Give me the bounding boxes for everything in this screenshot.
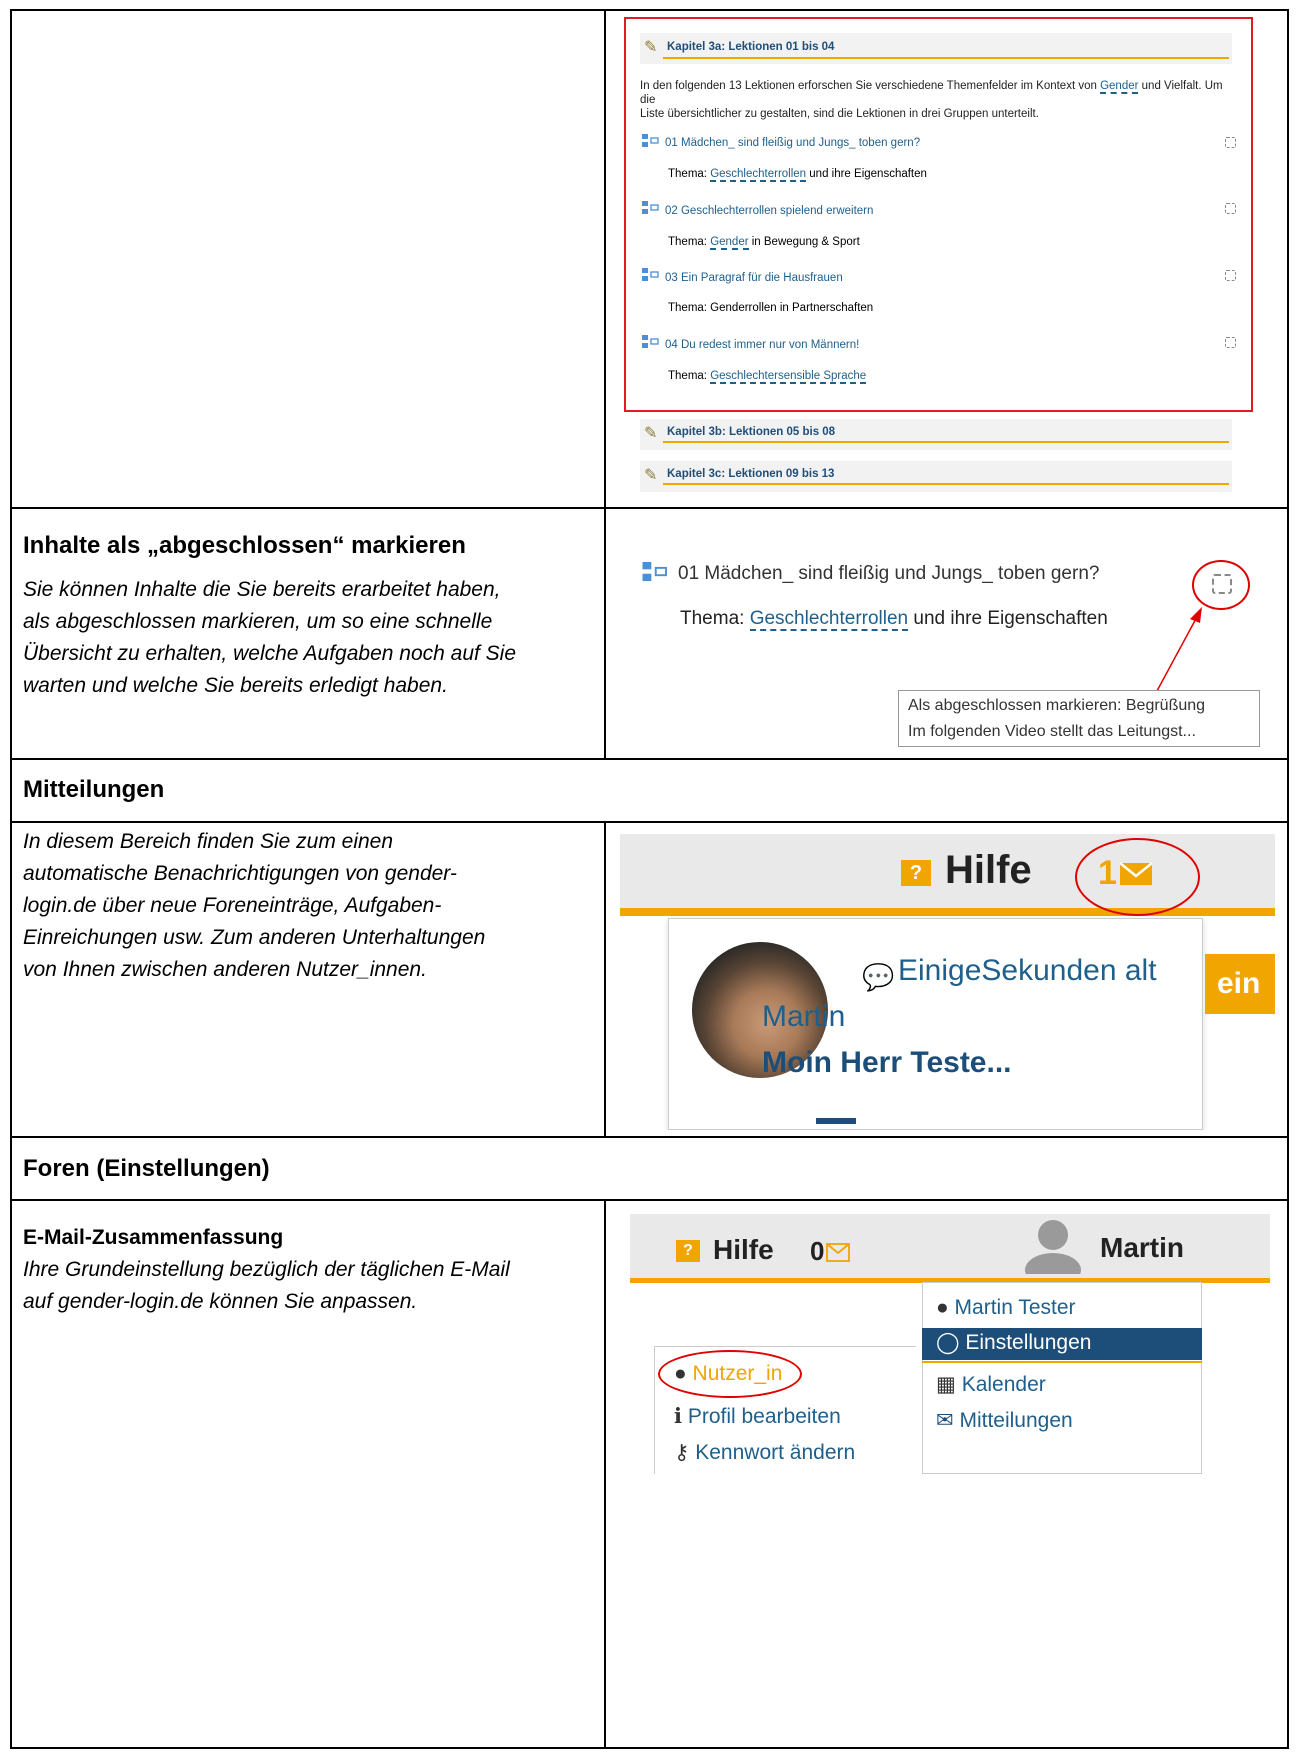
lesson-title[interactable]: 03 Ein Paragraf für die Hausfrauen <box>665 272 843 284</box>
envelope-icon: ✉ <box>936 1409 954 1432</box>
user-highlight-circle <box>658 1350 802 1398</box>
subsection-title: E-Mail-Zusammenfassung <box>23 1226 284 1249</box>
lesson-topic: Thema: Geschlechterrollen und ihre Eigen… <box>668 168 927 182</box>
dropdown-item-calendar[interactable]: ▦ Kalender <box>922 1372 1202 1402</box>
lesson-icon <box>642 268 659 281</box>
lesson-item[interactable]: 03 Ein Paragraf für die Hausfrauen Thema… <box>640 268 1240 318</box>
completion-checkbox[interactable] <box>1225 203 1236 214</box>
completion-checkbox[interactable] <box>1225 270 1236 281</box>
lesson-icon <box>642 335 659 348</box>
person-icon: ● <box>936 1296 949 1319</box>
row-divider <box>10 821 1289 823</box>
dropdown-divider <box>922 1361 1202 1363</box>
lesson-title[interactable]: 01 Mädchen_ sind fleißig und Jungs_ tobe… <box>678 563 1099 585</box>
help-link[interactable]: Hilfe <box>945 848 1032 893</box>
message-time: EinigeSekunden alt <box>898 954 1157 987</box>
lesson-topic: Thema: Geschlechterrollen und ihre Eigen… <box>680 608 1108 631</box>
topic-link[interactable]: Geschlechtersensible Sprache <box>710 370 867 384</box>
scroll-indicator <box>816 1118 856 1124</box>
table-bottom-border <box>10 1747 1289 1749</box>
section-title: Foren (Einstellungen) <box>23 1155 270 1182</box>
table-left-border <box>10 9 12 1749</box>
key-icon: ⚷ <box>674 1441 690 1464</box>
help-icon[interactable]: ? <box>676 1240 700 1262</box>
user-avatar-icon[interactable] <box>1022 1218 1084 1274</box>
chapter-icon: ✎ <box>644 425 658 442</box>
lesson-item[interactable]: 02 Geschlechterrollen spielend erweitern… <box>640 201 1240 251</box>
checkbox-highlight-circle <box>1192 560 1250 610</box>
chapter-underline <box>663 441 1229 443</box>
row-divider <box>10 1136 1289 1138</box>
section-title: Mitteilungen <box>23 776 165 803</box>
dropdown-item-user[interactable]: ● Martin Tester <box>922 1296 1202 1326</box>
lesson-item[interactable]: 04 Du redest immer nur von Männern! Them… <box>640 335 1240 385</box>
topic-link[interactable]: Geschlechterrollen <box>749 608 909 631</box>
chapter-3b-header[interactable]: ✎ Kapitel 3b: Lektionen 05 bis 08 <box>640 419 1232 450</box>
envelope-icon[interactable] <box>826 1243 850 1262</box>
navbar-accent <box>620 908 1275 916</box>
section-description: Sie können Inhalte die Sie bereits erarb… <box>23 578 517 697</box>
left-menu-profile[interactable]: ℹ Profil bearbeiten <box>674 1404 841 1429</box>
message-sender: Martin <box>762 1000 846 1033</box>
gender-link[interactable]: Gender <box>1100 80 1139 94</box>
chapter-3a-title: Kapitel 3a: Lektionen 01 bis 04 <box>667 41 835 53</box>
section-title: Inhalte als „abgeschlossen“ markieren <box>23 532 466 559</box>
chapter-3a-header[interactable]: ✎ Kapitel 3a: Lektionen 01 bis 04 <box>640 33 1232 64</box>
circle-icon: ◯ <box>936 1331 960 1354</box>
lesson-icon <box>642 134 659 147</box>
row-divider <box>10 1199 1289 1201</box>
completion-checkbox[interactable] <box>1225 137 1236 148</box>
lesson-icon <box>642 562 667 582</box>
dropdown-item-settings[interactable]: ◯ Einstellungen <box>922 1328 1202 1360</box>
help-icon[interactable]: ? <box>901 860 931 886</box>
chapter-underline <box>663 483 1229 485</box>
lesson-icon <box>642 201 659 214</box>
lesson-topic: Thema: Genderrollen in Partnerschaften <box>668 302 874 314</box>
messages-highlight-circle <box>1075 838 1200 916</box>
intro-text: In den folgenden 13 Lektionen erforschen… <box>640 80 1223 120</box>
lesson-title[interactable]: 01 Mädchen_ sind fleißig und Jungs_ tobe… <box>665 137 920 149</box>
table-top-border <box>10 9 1289 11</box>
calendar-icon: ▦ <box>936 1373 956 1396</box>
row-divider <box>10 758 1289 760</box>
column-divider-3 <box>604 1200 606 1748</box>
row-divider <box>10 507 1289 509</box>
left-menu-password[interactable]: ⚷ Kennwort ändern <box>674 1440 855 1465</box>
table-right-border <box>1287 9 1289 1749</box>
dropdown-item-messages[interactable]: ✉ Mitteilungen <box>922 1408 1202 1438</box>
chapter-3c-header[interactable]: ✎ Kapitel 3c: Lektionen 09 bis 13 <box>640 461 1232 492</box>
column-divider <box>604 9 606 759</box>
chapter-underline <box>663 57 1229 59</box>
chapter-icon: ✎ <box>644 39 658 56</box>
lesson-title[interactable]: 02 Geschlechterrollen spielend erweitern <box>665 205 873 217</box>
chapter-icon: ✎ <box>644 467 658 484</box>
user-name[interactable]: Martin <box>1100 1232 1184 1264</box>
lesson-topic: Thema: Gender in Bewegung & Sport <box>668 236 860 250</box>
completion-checkbox[interactable] <box>1225 337 1236 348</box>
chapter-3b-title: Kapitel 3b: Lektionen 05 bis 08 <box>667 426 836 438</box>
section-description: Ihre Grundeinstellung bezüglich der tägl… <box>23 1258 510 1313</box>
forum-settings-screenshot: ? Hilfe 0 Martin ● Martin Tester ◯ Einst… <box>630 1214 1270 1474</box>
topic-link[interactable]: Geschlechterrollen <box>710 168 807 182</box>
lesson-topic: Thema: Geschlechtersensible Sprache <box>668 370 867 384</box>
info-icon: ℹ <box>674 1405 682 1428</box>
lesson-title[interactable]: 04 Du redest immer nur von Männern! <box>665 339 859 351</box>
messages-screenshot: ? Hilfe 1 💬 EinigeSekunden alt Martin Mo… <box>620 834 1275 1130</box>
column-divider-2 <box>604 822 606 1137</box>
topic-link[interactable]: Gender <box>710 236 749 250</box>
help-link[interactable]: Hilfe <box>713 1234 774 1266</box>
cut-off-button: ein <box>1205 954 1275 1014</box>
message-preview[interactable]: Moin Herr Teste... <box>762 1046 1012 1080</box>
message-count: 0 <box>810 1236 825 1266</box>
chat-icon: 💬 <box>862 962 895 992</box>
section-description: In diesem Bereich finden Sie zum einen a… <box>23 830 486 981</box>
lesson-item[interactable]: 01 Mädchen_ sind fleißig und Jungs_ tobe… <box>640 134 1240 184</box>
tooltip: Als abgeschlossen markieren: Begrüßung I… <box>898 690 1260 747</box>
chapter-3c-title: Kapitel 3c: Lektionen 09 bis 13 <box>667 468 835 480</box>
